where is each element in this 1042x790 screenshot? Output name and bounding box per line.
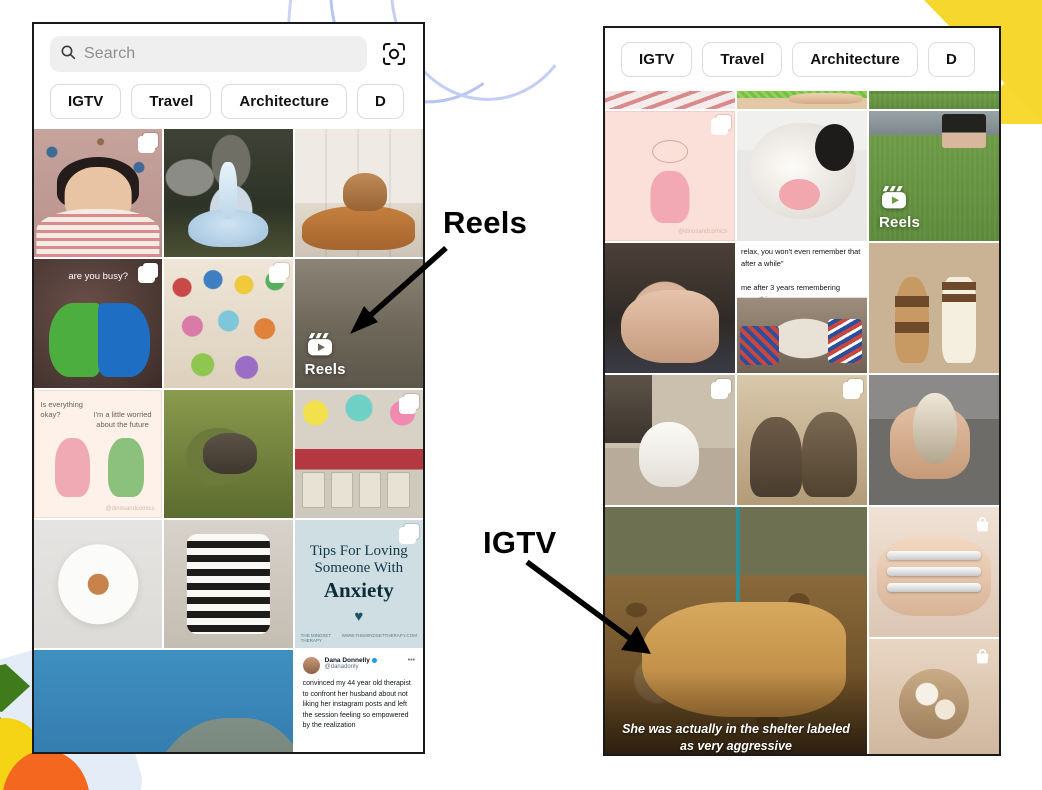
scan-code-icon[interactable] (379, 39, 409, 69)
chip-igtv[interactable]: IGTV (621, 42, 693, 77)
post-seal-swimming[interactable] (34, 650, 293, 752)
reels-icon (882, 186, 906, 209)
post-colorful-toys-collection[interactable] (164, 259, 293, 388)
igtv-caption: She was actually in the shelter labeled … (622, 722, 850, 754)
shopping-bag-icon (972, 514, 992, 534)
post-line-2: Someone With (314, 560, 404, 577)
carousel-icon (268, 266, 286, 284)
explore-grid-left: are you busy? Reels Is everything okay? … (34, 129, 423, 752)
category-chips-row-right[interactable]: IGTV Travel Architecture D (605, 28, 999, 91)
post-watermark: @dinosandcomics (678, 228, 728, 235)
post-text-1: relax, you won't even remember that afte… (741, 247, 861, 268)
post-anxiety-tips-graphic[interactable]: Tips For Loving Someone With Anxiety ♥ T… (294, 519, 423, 649)
post-dinosaur-comic-are-you-busy[interactable]: are you busy? (34, 259, 163, 388)
annotation-arrow-reels (350, 245, 448, 334)
carousel-icon (711, 382, 728, 400)
search-icon (60, 44, 76, 65)
post-text: are you busy? (68, 270, 128, 282)
post-striped-pink-fabric[interactable] (605, 91, 735, 110)
post-carnival-prize-booth[interactable] (294, 389, 423, 518)
chip-decor-partial[interactable]: D (356, 84, 404, 119)
post-gold-rings-closeup[interactable] (869, 639, 999, 754)
avatar (302, 657, 320, 675)
post-sandal-and-sock-illustration[interactable] (869, 243, 999, 374)
chip-travel[interactable]: Travel (131, 84, 212, 119)
post-otter-in-water[interactable] (164, 389, 293, 518)
post-white-bunny-by-door[interactable] (605, 375, 735, 506)
post-line-3: Anxiety (323, 577, 394, 602)
reels-label: Reels (304, 360, 346, 378)
post-ferret-in-hands[interactable] (869, 375, 999, 506)
post-plate-with-food[interactable] (34, 519, 163, 649)
reels-label: Reels (879, 214, 921, 232)
tweet-handle: @danadonly (324, 664, 359, 671)
verified-badge-icon (371, 658, 377, 664)
post-turf-top-sliver[interactable] (869, 91, 999, 110)
post-dinosaur-comic-worried[interactable]: Is everything okay? I'm a little worried… (34, 389, 163, 518)
post-hairless-rat[interactable] (605, 243, 735, 374)
carousel-icon (398, 396, 416, 414)
search-row: Search (34, 24, 423, 78)
annotation-label-igtv: IGTV (483, 525, 557, 560)
category-chips-row-left[interactable]: IGTV Travel Architecture D (34, 78, 423, 129)
decorative-leaf-icon (0, 706, 10, 750)
left-phone-screenshot: Search IGTV Travel Architecture D are yo… (32, 22, 425, 754)
post-green-mat-legs[interactable] (737, 91, 867, 110)
carousel-icon (398, 526, 416, 544)
post-line-1: Tips For Loving (309, 543, 408, 560)
post-striped-knit-sweater[interactable] (164, 519, 293, 649)
chip-architecture[interactable]: Architecture (221, 84, 347, 119)
decorative-orange-shape (2, 750, 90, 790)
annotation-arrow-igtv (525, 559, 651, 654)
carousel-icon (138, 136, 156, 153)
more-dots-icon[interactable]: ••• (408, 657, 415, 664)
post-stacked-rings-hand[interactable] (869, 507, 999, 638)
post-opossum-closeup[interactable] (737, 111, 867, 242)
annotation-label-reels: Reels (443, 205, 528, 240)
post-raccoons-water-fountain[interactable] (164, 129, 293, 258)
post-selfie-woman-wallpaper[interactable] (34, 129, 163, 258)
post-watermark: @dinosandcomics (105, 505, 155, 512)
reels-badge-right: Reels (879, 182, 920, 231)
heart-icon: ♥ (354, 607, 364, 625)
post-vintage-couple-photo[interactable] (737, 375, 867, 506)
post-footer-right: WWW.THEMINDSETTHERAPY.COM (341, 633, 417, 639)
decorative-leaf-icon (0, 664, 30, 712)
post-tweet-screenshot[interactable]: Dana Donnelly @danadonly ••• convinced m… (294, 650, 423, 752)
tweet-body: convinced my 44 year old therapist to co… (302, 680, 411, 730)
chip-architecture[interactable]: Architecture (792, 42, 918, 77)
screenshot-canvas: Search IGTV Travel Architecture D are yo… (0, 0, 1042, 790)
shopping-bag-icon (972, 646, 992, 666)
carousel-icon (138, 266, 156, 284)
chip-decor-partial[interactable]: D (927, 42, 975, 77)
post-sleeping-shiba-dogs[interactable] (294, 129, 423, 258)
search-placeholder: Search (84, 45, 136, 62)
post-turf-field-reels[interactable]: Reels (869, 111, 999, 242)
carousel-icon (843, 382, 860, 400)
post-opossum-meme-text[interactable]: relax, you won't even remember that afte… (737, 243, 867, 374)
tweet-author: Dana Donnelly (324, 657, 370, 665)
post-pink-dinosaur-illustration[interactable]: @dinosandcomics (605, 111, 735, 242)
search-input[interactable]: Search (50, 36, 367, 72)
chip-igtv[interactable]: IGTV (50, 84, 122, 119)
carousel-icon (711, 118, 728, 136)
post-footer-left: THE MINDSET THERAPY (300, 633, 332, 644)
chip-travel[interactable]: Travel (702, 42, 783, 77)
post-text-2: I'm a little worried about the future (93, 410, 152, 429)
